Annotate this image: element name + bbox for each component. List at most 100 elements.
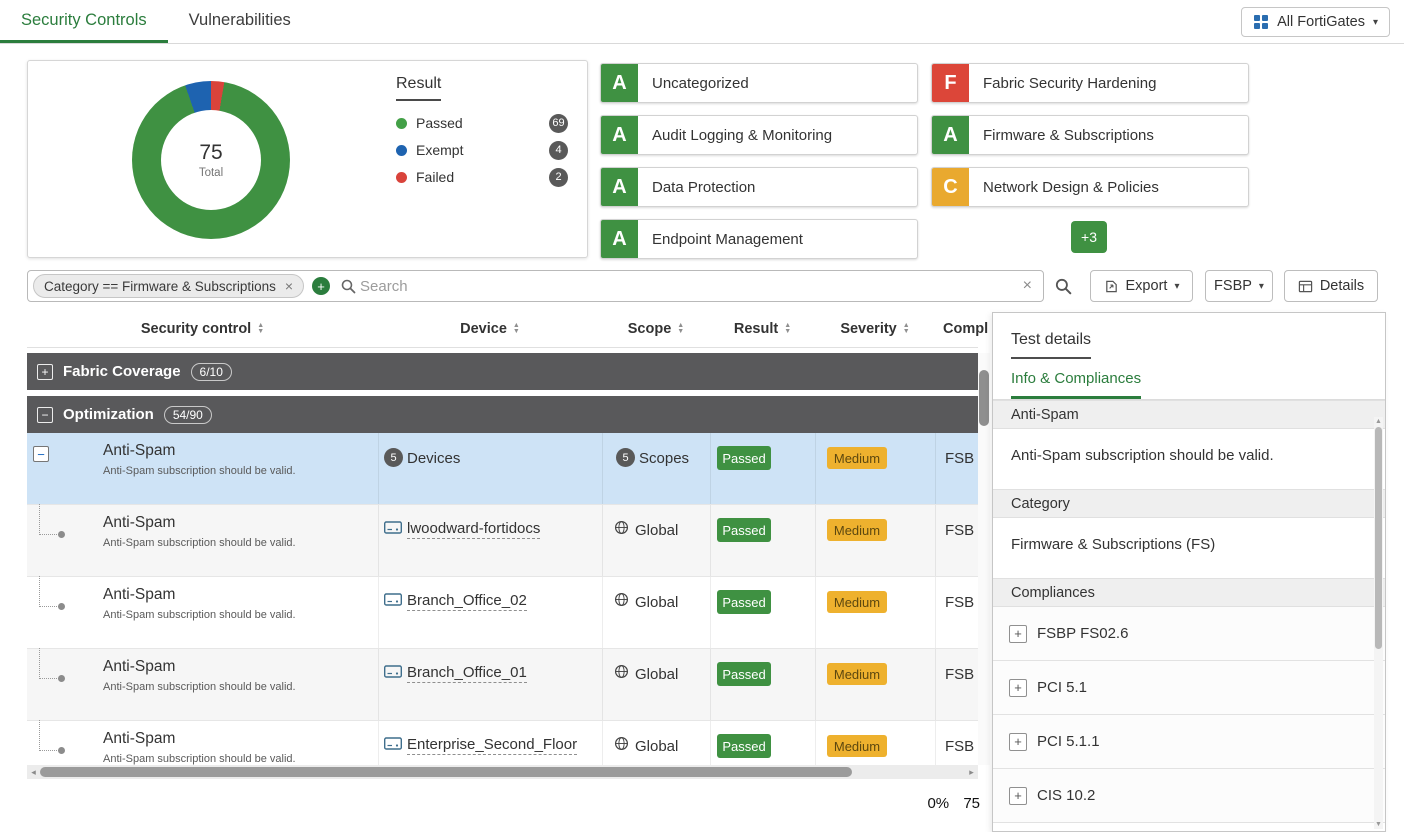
category-card-fabric-security-hardening[interactable]: F Fabric Security Hardening	[931, 63, 1249, 103]
vertical-scrollbar[interactable]	[978, 353, 990, 765]
scope-count-badge: 5	[616, 448, 635, 467]
grade-badge: A	[932, 116, 969, 154]
sort-icon[interactable]: ▲▼	[513, 323, 520, 336]
legend-item-failed[interactable]: Failed 2	[396, 167, 568, 187]
failed-dot-icon	[396, 172, 407, 183]
column-header-scope[interactable]: Scope ▲▼	[602, 310, 710, 348]
table-row-antispam-summary[interactable]: − Anti-Spam Anti-Spam subscription shoul…	[27, 433, 978, 505]
collapse-icon[interactable]: −	[37, 407, 53, 423]
search-button[interactable]	[1048, 271, 1078, 301]
panel-scrollbar[interactable]: ▲ ▼	[1374, 417, 1383, 829]
category-card-uncategorized[interactable]: A Uncategorized	[600, 63, 918, 103]
column-header-device[interactable]: Device ▲▼	[378, 310, 602, 348]
scroll-up-icon[interactable]: ▲	[1374, 418, 1383, 425]
clear-search-icon[interactable]: ×	[1023, 277, 1032, 295]
tree-connector	[39, 720, 61, 751]
device-link[interactable]: Branch_Office_01	[407, 664, 527, 683]
category-card-network-design[interactable]: C Network Design & Policies	[931, 167, 1249, 207]
tab-security-controls[interactable]: Security Controls	[0, 0, 168, 43]
group-row-fabric-coverage[interactable]: + Fabric Coverage 6/10	[27, 353, 978, 390]
fortigate-device-icon	[384, 521, 402, 534]
expand-icon[interactable]: +	[1009, 733, 1027, 751]
donut-total-label: Total	[199, 167, 223, 179]
expand-icon[interactable]: +	[1009, 787, 1027, 805]
export-button[interactable]: Export ▾	[1090, 270, 1193, 302]
category-card-audit-logging[interactable]: A Audit Logging & Monitoring	[600, 115, 918, 155]
compliance-cell: FSB	[945, 738, 974, 755]
table-row-device[interactable]: Anti-Spam Anti-Spam subscription should …	[27, 649, 978, 721]
category-card-data-protection[interactable]: A Data Protection	[600, 167, 918, 207]
scroll-down-icon[interactable]: ▼	[1374, 821, 1383, 828]
row-checkbox[interactable]: −	[33, 446, 49, 462]
remove-filter-icon[interactable]: ×	[285, 278, 293, 294]
filter-chip[interactable]: Category == Firmware & Subscriptions ×	[33, 274, 304, 298]
section-body-category: Firmware & Subscriptions (FS)	[993, 518, 1385, 578]
expand-icon[interactable]: +	[1009, 679, 1027, 697]
details-toggle-button[interactable]: Details	[1284, 270, 1378, 302]
compliance-preset-dropdown[interactable]: FSBP ▾	[1205, 270, 1273, 302]
expand-icon[interactable]: +	[1009, 625, 1027, 643]
sort-icon[interactable]: ▲▼	[677, 323, 684, 336]
horizontal-scrollbar[interactable]: ◂ ▸	[27, 765, 978, 779]
sort-icon[interactable]: ▲▼	[784, 323, 791, 336]
grade-badge: A	[601, 64, 638, 102]
expand-icon[interactable]: +	[37, 364, 53, 380]
compliance-row-fsbp[interactable]: + FSBP FS02.6	[993, 607, 1385, 661]
result-legend: Result Passed 69 Exempt 4 Failed 2	[396, 75, 568, 187]
sort-icon[interactable]: ▲▼	[903, 323, 910, 336]
category-card-endpoint-management[interactable]: A Endpoint Management	[600, 219, 918, 259]
progress-percent: 0%	[927, 795, 949, 812]
tab-label: Vulnerabilities	[189, 11, 291, 30]
preset-label: FSBP	[1214, 278, 1252, 294]
scroll-left-icon[interactable]: ◂	[27, 765, 40, 779]
device-link[interactable]: lwoodward-fortidocs	[407, 520, 540, 539]
severity-badge: Medium	[827, 663, 887, 685]
more-categories-button[interactable]: +3	[1071, 221, 1107, 253]
globe-icon	[614, 664, 629, 679]
tab-info-compliances[interactable]: Info & Compliances	[1011, 370, 1141, 399]
result-badge: Passed	[717, 734, 771, 758]
device-count-badge: 5	[384, 448, 403, 467]
category-card-firmware-subscriptions[interactable]: A Firmware & Subscriptions	[931, 115, 1249, 155]
device-link[interactable]: Enterprise_Second_Floor	[407, 736, 577, 755]
result-badge: Passed	[717, 518, 771, 542]
add-filter-button[interactable]: +	[312, 277, 330, 295]
table-row-device[interactable]: Anti-Spam Anti-Spam subscription should …	[27, 505, 978, 577]
tree-bullet	[58, 531, 65, 538]
export-label: Export	[1126, 278, 1168, 294]
column-header-severity[interactable]: Severity ▲▼	[815, 310, 935, 348]
column-header-security-control[interactable]: Security control ▲▼	[27, 310, 378, 348]
search-filter-bar[interactable]: Category == Firmware & Subscriptions × +…	[27, 270, 1044, 302]
vertical-scrollbar-thumb[interactable]	[979, 370, 989, 426]
horizontal-scrollbar-thumb[interactable]	[40, 767, 852, 777]
section-header-category: Category	[993, 489, 1385, 518]
device-link[interactable]: Branch_Office_02	[407, 592, 527, 611]
panel-scrollbar-thumb[interactable]	[1375, 427, 1382, 649]
tree-connector	[39, 504, 61, 535]
legend-items: Passed 69 Exempt 4 Failed 2	[396, 113, 568, 187]
compliance-row-pci-5-1-1[interactable]: + PCI 5.1.1	[993, 715, 1385, 769]
table-row-device[interactable]: Anti-Spam Anti-Spam subscription should …	[27, 721, 978, 765]
fortigate-device-icon	[384, 737, 402, 750]
details-label: Details	[1320, 278, 1364, 294]
search-input[interactable]	[360, 278, 1023, 295]
legend-title: Result	[396, 75, 441, 101]
scroll-right-icon[interactable]: ▸	[965, 765, 978, 779]
tab-label: Security Controls	[21, 11, 147, 30]
table-header-divider	[27, 347, 978, 348]
table-row-device[interactable]: Anti-Spam Anti-Spam subscription should …	[27, 577, 978, 649]
compliance-row-pci-5-1[interactable]: + PCI 5.1	[993, 661, 1385, 715]
compliance-row-cis-10-2[interactable]: + CIS 10.2	[993, 769, 1385, 823]
count-badge: 2	[549, 168, 568, 187]
legend-item-passed[interactable]: Passed 69	[396, 113, 568, 133]
details-grid-icon	[1298, 279, 1313, 294]
all-fortigates-selector[interactable]: All FortiGates ▾	[1241, 7, 1390, 37]
column-header-compliance[interactable]: Compl ▲▼	[935, 310, 992, 348]
column-header-result[interactable]: Result ▲▼	[710, 310, 815, 348]
tab-vulnerabilities[interactable]: Vulnerabilities	[168, 0, 312, 43]
sort-icon[interactable]: ▲▼	[257, 323, 264, 336]
grade-badge: C	[932, 168, 969, 206]
grade-badge: A	[601, 168, 638, 206]
group-row-optimization[interactable]: − Optimization 54/90	[27, 396, 978, 433]
legend-item-exempt[interactable]: Exempt 4	[396, 140, 568, 160]
